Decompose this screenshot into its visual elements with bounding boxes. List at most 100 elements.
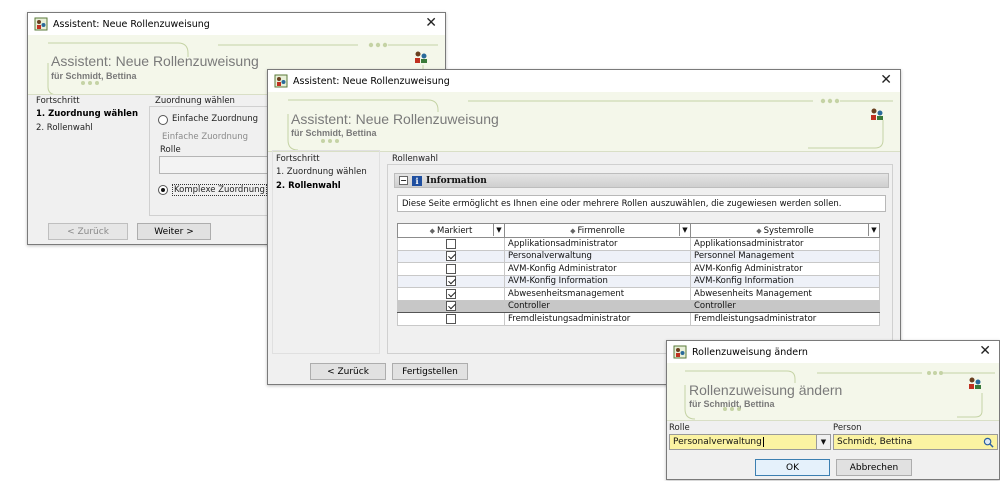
info-section-header[interactable]: − i Information bbox=[394, 173, 889, 188]
radio-complex-label: Komplexe Zuordnung bbox=[172, 184, 267, 196]
cell-firmenrolle: Applikationsadministrator bbox=[504, 237, 691, 251]
banner-people-icon bbox=[871, 108, 883, 120]
table-row[interactable]: Personalverwaltung Personnel Management bbox=[397, 249, 880, 263]
ok-button[interactable]: OK bbox=[755, 459, 830, 476]
person-label: Person bbox=[833, 423, 862, 433]
cell-systemrolle: Abwesenheits Management bbox=[690, 287, 880, 301]
cell-firmenrolle: Fremdleistungsadministrator bbox=[504, 312, 691, 326]
cell-firmenrolle: Personalverwaltung bbox=[504, 249, 691, 263]
col-header-firmenrolle[interactable]: ◆ Firmenrolle ▼ bbox=[504, 223, 691, 238]
role-field[interactable] bbox=[159, 156, 280, 174]
app-people-icon bbox=[274, 74, 288, 88]
titlebar: Assistent: Neue Rollenzuweisung ✕ bbox=[28, 13, 445, 35]
banner-people-icon bbox=[969, 377, 981, 389]
role-label: Rolle bbox=[160, 145, 181, 155]
row-checkbox[interactable] bbox=[446, 276, 456, 286]
cell-markiert bbox=[397, 249, 505, 263]
row-checkbox[interactable] bbox=[446, 251, 456, 261]
wizard-banner: Assistent: Neue Rollenzuweisung für Schm… bbox=[268, 92, 900, 152]
finish-button[interactable]: Fertigstellen bbox=[392, 363, 468, 380]
filter-dropdown-icon[interactable]: ▼ bbox=[493, 224, 504, 236]
cell-markiert bbox=[397, 237, 505, 251]
banner-people-icon bbox=[415, 51, 427, 63]
radio-simple-label: Einfache Zuordnung bbox=[172, 114, 259, 124]
roles-table-body: Applikationsadministrator Applikationsadm… bbox=[397, 237, 880, 326]
cell-markiert bbox=[397, 274, 505, 288]
table-row[interactable]: Controller Controller bbox=[397, 299, 880, 313]
sort-icon: ◆ bbox=[756, 226, 762, 235]
cell-markiert bbox=[397, 299, 505, 313]
cell-systemrolle: AVM-Konfig Information bbox=[690, 274, 880, 288]
sort-icon: ◆ bbox=[570, 226, 576, 235]
banner-title: Assistent: Neue Rollenzuweisung bbox=[291, 111, 499, 127]
radio-complex[interactable] bbox=[158, 185, 168, 195]
table-row[interactable]: Abwesenheitsmanagement Abwesenheits Manag… bbox=[397, 287, 880, 301]
cell-markiert bbox=[397, 287, 505, 301]
cell-systemrolle: AVM-Konfig Administrator bbox=[690, 262, 880, 276]
sidebar-panel bbox=[272, 150, 380, 354]
row-checkbox[interactable] bbox=[446, 238, 456, 249]
app-people-icon bbox=[673, 345, 687, 359]
cell-firmenrolle: Controller bbox=[504, 299, 691, 313]
cancel-button[interactable]: Abbrechen bbox=[836, 459, 912, 476]
window-title: Assistent: Neue Rollenzuweisung bbox=[53, 18, 210, 30]
titlebar: Rollenzuweisung ändern ✕ bbox=[667, 341, 999, 363]
next-button[interactable]: Weiter > bbox=[137, 223, 211, 240]
filter-dropdown-icon[interactable]: ▼ bbox=[868, 224, 879, 236]
cell-systemrolle: Personnel Management bbox=[690, 249, 880, 263]
cell-systemrolle: Applikationsadministrator bbox=[690, 237, 880, 251]
table-row[interactable]: AVM-Konfig Administrator AVM-Konfig Admin… bbox=[397, 262, 880, 276]
close-icon[interactable]: ✕ bbox=[425, 16, 437, 30]
row-checkbox[interactable] bbox=[446, 263, 456, 274]
close-icon[interactable]: ✕ bbox=[979, 344, 991, 358]
simple-group-title: Einfache Zuordnung bbox=[162, 132, 249, 142]
wizard-window-step2: Assistent: Neue Rollenzuweisung ✕ Assist… bbox=[267, 69, 901, 385]
chevron-down-icon[interactable]: ▼ bbox=[816, 435, 830, 449]
col-header-markiert[interactable]: ◆ Markiert ▼ bbox=[397, 223, 505, 238]
sidebar-item-zuordnung: 1. Zuordnung wählen bbox=[36, 109, 138, 119]
window-title: Rollenzuweisung ändern bbox=[692, 346, 808, 358]
search-icon[interactable] bbox=[983, 437, 994, 448]
banner-title: Rollenzuweisung ändern bbox=[689, 382, 843, 398]
role-value: Personalverwaltung bbox=[673, 437, 762, 447]
back-button[interactable]: < Zurück bbox=[310, 363, 386, 380]
assignment-panel: Einfache Zuordnung Einfache Zuordnung Ro… bbox=[149, 106, 280, 216]
section-title: Rollenwahl bbox=[392, 154, 438, 164]
rollenwahl-panel: − i Information Diese Seite ermöglicht e… bbox=[387, 164, 893, 354]
back-button[interactable]: < Zurück bbox=[48, 223, 128, 240]
table-header-row: ◆ Markiert ▼ ◆ Firmenrolle ▼ ◆ Systemrolle ▼ bbox=[397, 223, 880, 238]
banner-subtitle: für Schmidt, Bettina bbox=[689, 399, 775, 409]
sidebar-title: Fortschritt bbox=[36, 96, 80, 106]
filter-dropdown-icon[interactable]: ▼ bbox=[679, 224, 690, 236]
cell-firmenrolle: AVM-Konfig Information bbox=[504, 274, 691, 288]
role-combobox[interactable]: Personalverwaltung ▼ bbox=[669, 434, 831, 450]
person-field[interactable]: Schmidt, Bettina bbox=[833, 434, 998, 450]
table-row[interactable]: Fremdleistungsadministrator Fremdleistung… bbox=[397, 312, 880, 326]
titlebar: Assistent: Neue Rollenzuweisung ✕ bbox=[268, 70, 900, 92]
row-checkbox[interactable] bbox=[446, 288, 456, 299]
row-checkbox[interactable] bbox=[446, 313, 456, 324]
window-title: Assistent: Neue Rollenzuweisung bbox=[293, 75, 450, 87]
radio-simple[interactable] bbox=[158, 115, 168, 125]
table-row[interactable]: Applikationsadministrator Applikationsadm… bbox=[397, 237, 880, 251]
cell-systemrolle: Controller bbox=[690, 299, 880, 313]
cell-markiert bbox=[397, 262, 505, 276]
person-value: Schmidt, Bettina bbox=[837, 437, 913, 447]
app-people-icon bbox=[34, 17, 48, 31]
cell-firmenrolle: AVM-Konfig Administrator bbox=[504, 262, 691, 276]
info-text-box: Diese Seite ermöglicht es Ihnen eine ode… bbox=[397, 195, 886, 212]
info-header-label: Information bbox=[426, 175, 487, 186]
row-checkbox[interactable] bbox=[446, 301, 456, 311]
col-header-systemrolle[interactable]: ◆ Systemrolle ▼ bbox=[690, 223, 880, 238]
banner-title: Assistent: Neue Rollenzuweisung bbox=[51, 53, 259, 69]
table-row[interactable]: AVM-Konfig Information AVM-Konfig Informa… bbox=[397, 274, 880, 288]
close-icon[interactable]: ✕ bbox=[880, 73, 892, 87]
roles-table: ◆ Markiert ▼ ◆ Firmenrolle ▼ ◆ Systemrolle ▼ A… bbox=[397, 223, 880, 326]
sort-icon: ◆ bbox=[429, 226, 435, 235]
collapse-icon[interactable]: − bbox=[399, 176, 408, 185]
dialog-banner: Rollenzuweisung ändern für Schmidt, Bett… bbox=[667, 363, 999, 421]
banner-subtitle: für Schmidt, Bettina bbox=[51, 71, 137, 81]
sidebar-item-rollenwahl: 2. Rollenwahl bbox=[36, 123, 93, 133]
group-title: Zuordnung wählen bbox=[155, 96, 235, 106]
info-text: Diese Seite ermöglicht es Ihnen eine ode… bbox=[402, 199, 842, 209]
